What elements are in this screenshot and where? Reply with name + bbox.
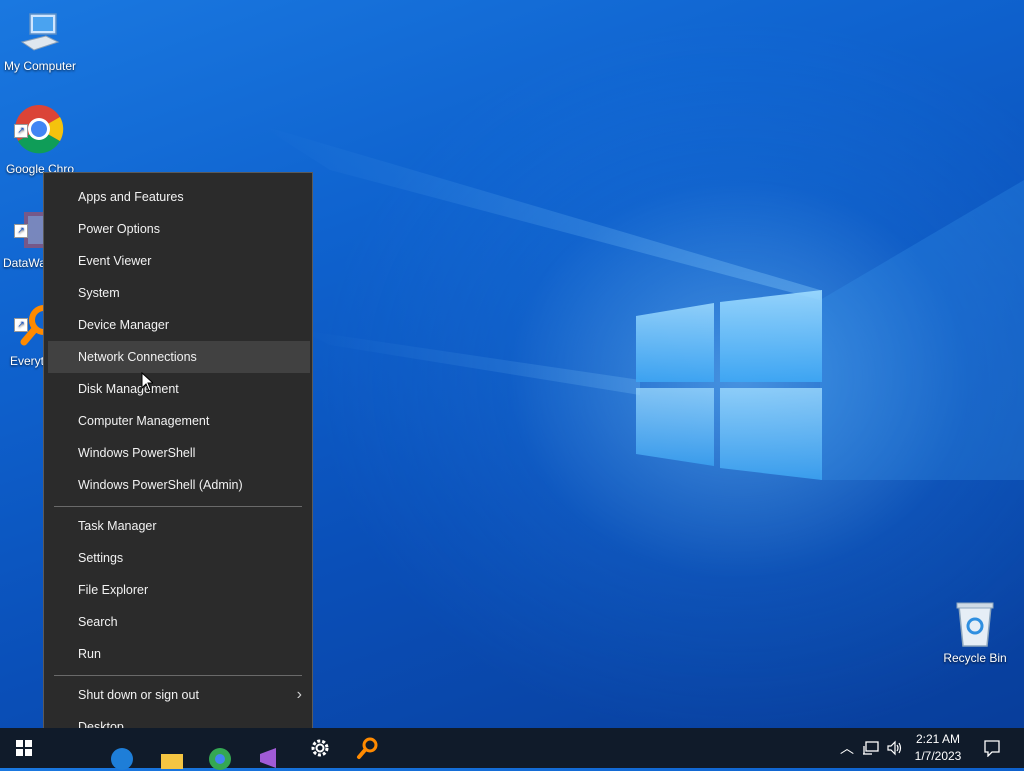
action-center-button[interactable] xyxy=(970,728,1014,768)
desktop-icon-label: Recycle Bin xyxy=(943,651,1007,665)
desktop-icon-recycle-bin[interactable]: Recycle Bin xyxy=(935,600,1015,665)
menu-item-label: Computer Management xyxy=(78,414,210,428)
desktop-icon-my-computer[interactable]: My Computer xyxy=(0,8,80,73)
tray-clock[interactable]: 2:21 AM 1/7/2023 xyxy=(908,731,968,765)
tray-volume[interactable] xyxy=(884,728,906,768)
menu-item-label: Settings xyxy=(78,551,124,565)
menu-item-label: Apps and Features xyxy=(78,190,184,204)
chrome-icon xyxy=(209,748,231,770)
menu-item-label: Network Connections xyxy=(78,350,197,364)
taskbar-visual-studio[interactable] xyxy=(246,728,290,768)
tray-network[interactable] xyxy=(860,728,882,768)
menu-item-label: Task Manager xyxy=(78,519,157,533)
menu-item-settings[interactable]: Settings xyxy=(44,542,312,574)
taskbar-chrome[interactable] xyxy=(198,728,242,770)
taskbar-settings[interactable] xyxy=(298,728,342,768)
menu-item-apps-and-features[interactable]: Apps and Features xyxy=(44,181,312,213)
gear-icon xyxy=(311,739,329,757)
menu-item-label: Search xyxy=(78,615,118,629)
start-button[interactable] xyxy=(2,728,46,768)
menu-item-label: System xyxy=(78,286,120,300)
menu-item-label: Disk Management xyxy=(78,382,179,396)
tray-show-hidden-icons[interactable]: ︿ xyxy=(836,728,858,768)
menu-item-disk-management[interactable]: Disk Management xyxy=(44,373,312,405)
menu-item-shut-down-or-sign-out[interactable]: Shut down or sign out › xyxy=(44,679,312,711)
menu-item-windows-powershell-admin[interactable]: Windows PowerShell (Admin) xyxy=(44,469,312,501)
mouse-cursor-icon xyxy=(141,372,153,392)
speaker-icon xyxy=(887,740,902,756)
visual-studio-icon xyxy=(260,748,276,768)
computer-icon xyxy=(20,13,60,51)
menu-item-label: Run xyxy=(78,647,101,661)
menu-item-label: Windows PowerShell xyxy=(78,446,196,460)
taskbar-edge[interactable] xyxy=(100,728,144,770)
menu-item-label: Shut down or sign out xyxy=(78,688,199,702)
clock-time: 2:21 AM xyxy=(915,732,961,746)
taskbar-file-explorer[interactable] xyxy=(150,728,194,769)
menu-item-device-manager[interactable]: Device Manager xyxy=(44,309,312,341)
windows-logo-icon xyxy=(636,290,822,480)
menu-item-search[interactable]: Search xyxy=(44,606,312,638)
windows-start-icon xyxy=(16,740,32,756)
menu-item-label: File Explorer xyxy=(78,583,149,597)
shortcut-arrow-icon: ↗ xyxy=(14,124,28,138)
menu-item-system[interactable]: System xyxy=(44,277,312,309)
clock-date: 1/7/2023 xyxy=(914,749,962,763)
menu-item-label: Device Manager xyxy=(78,318,170,332)
shortcut-arrow-icon: ↗ xyxy=(14,318,28,332)
menu-item-label: Windows PowerShell (Admin) xyxy=(78,478,243,492)
menu-item-windows-powershell[interactable]: Windows PowerShell xyxy=(44,437,312,469)
menu-item-file-explorer[interactable]: File Explorer xyxy=(44,574,312,606)
network-icon xyxy=(863,741,879,755)
menu-item-label: Event Viewer xyxy=(78,254,152,268)
menu-item-task-manager[interactable]: Task Manager xyxy=(44,510,312,542)
chevron-up-icon: ︿ xyxy=(840,740,854,756)
menu-separator xyxy=(54,506,302,507)
menu-item-label: Power Options xyxy=(78,222,160,236)
notification-icon xyxy=(984,740,1000,757)
chevron-right-icon: › xyxy=(296,686,302,703)
menu-item-event-viewer[interactable]: Event Viewer xyxy=(44,245,312,277)
desktop-icon-label: My Computer xyxy=(3,59,77,73)
folder-icon xyxy=(161,754,183,769)
everything-search-icon xyxy=(357,737,378,759)
menu-separator xyxy=(54,675,302,676)
menu-item-network-connections[interactable]: Network Connections xyxy=(48,341,310,373)
menu-item-run[interactable]: Run xyxy=(44,638,312,670)
desktop-icon-google-chrome[interactable]: ↗ Google Chro xyxy=(0,104,80,176)
winx-context-menu: Apps and Features Power Options Event Vi… xyxy=(43,172,313,752)
shortcut-arrow-icon: ↗ xyxy=(14,224,28,238)
recycle-bin-icon xyxy=(956,602,994,647)
menu-item-power-options[interactable]: Power Options xyxy=(44,213,312,245)
taskbar: ︿ 2:21 AM 1/7/2023 xyxy=(0,728,1024,770)
taskbar-everything[interactable] xyxy=(346,728,390,768)
edge-icon xyxy=(111,748,133,770)
menu-item-computer-management[interactable]: Computer Management xyxy=(44,405,312,437)
